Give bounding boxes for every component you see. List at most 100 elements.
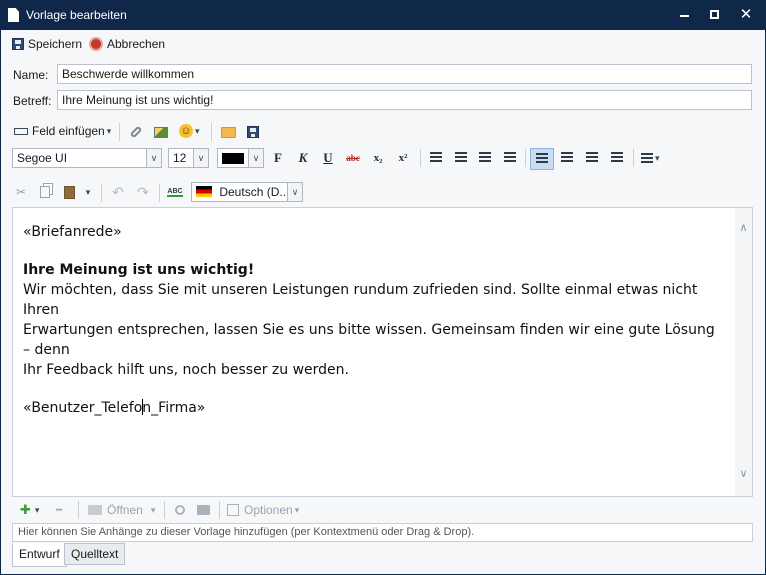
remove-attachment-button[interactable]: ━	[56, 502, 62, 518]
cancel-label: Abbrechen	[107, 37, 166, 51]
save-icon	[12, 38, 24, 50]
indent-button[interactable]	[500, 148, 520, 168]
toolbar-separator	[633, 149, 634, 167]
subject-field[interactable]	[57, 90, 752, 110]
message-editor[interactable]: «Briefanrede» Ihre Meinung ist uns wicht…	[12, 207, 753, 497]
numbered-list-icon	[455, 152, 467, 162]
align-right-icon	[586, 152, 598, 162]
italic-button[interactable]: K	[293, 148, 313, 168]
font-size-value: 12	[173, 151, 187, 165]
field-icon	[14, 127, 28, 135]
align-right-button[interactable]	[582, 148, 602, 168]
bullet-list-icon	[430, 152, 442, 162]
add-attachment-button[interactable]: ✚ ▾	[20, 502, 39, 518]
salutation-placeholder: «Briefanrede»	[23, 224, 122, 240]
chevron-down-icon: ∨	[248, 149, 263, 167]
cut-button[interactable]: ✂	[13, 183, 29, 201]
maximize-button[interactable]	[700, 0, 730, 30]
link-button[interactable]	[127, 123, 145, 141]
insert-field-label: Feld einfügen	[32, 124, 105, 138]
open-folder-button[interactable]	[219, 123, 237, 141]
vertical-scrollbar[interactable]: ∧ ∨	[735, 208, 752, 496]
body-heading: Ihre Meinung ist uns wichtig!	[23, 262, 255, 278]
attachments-list[interactable]: Hier können Sie Anhänge zu dieser Vorlag…	[12, 523, 753, 542]
font-family-select[interactable]: Segoe UI ∨	[12, 148, 162, 168]
undo-icon: ↶	[112, 183, 124, 200]
scroll-up-icon[interactable]: ∧	[735, 220, 752, 236]
paste-dropdown-button[interactable]: ▾	[83, 183, 93, 201]
toolbar-separator	[525, 149, 526, 167]
phone-placeholder: «Benutzer_Telefon_Firma»	[23, 398, 723, 418]
chevron-down-icon: ∨	[193, 149, 208, 167]
toolbar-separator	[78, 501, 79, 519]
font-size-select[interactable]: 12 ∨	[168, 148, 209, 168]
chevron-down-icon: ∨	[287, 183, 302, 201]
justify-button[interactable]	[607, 148, 627, 168]
bold-button[interactable]: F	[268, 148, 288, 168]
attachments-toolbar: ✚ ▾ ━ Öffnen ▾ Optionen ▾	[12, 497, 753, 523]
emoji-dropdown-icon: ▾	[195, 125, 200, 136]
align-center-button[interactable]	[557, 148, 577, 168]
dialog-body: Speichern Abbrechen Name: Betreff: Feld …	[1, 30, 765, 574]
align-center-icon	[561, 152, 573, 162]
line-spacing-button[interactable]: ▾	[641, 148, 660, 168]
strikethrough-button[interactable]: abc	[343, 148, 363, 168]
german-flag-icon	[196, 186, 212, 197]
title-bar: Vorlage bearbeiten ✕	[0, 0, 766, 30]
scroll-down-icon[interactable]: ∨	[735, 466, 752, 482]
name-field[interactable]	[57, 64, 752, 84]
cancel-button[interactable]: Abbrechen	[89, 35, 165, 53]
close-button[interactable]: ✕	[731, 0, 761, 30]
undo-button[interactable]: ↶	[109, 183, 127, 201]
body-line-2: Erwartungen entsprechen, lassen Sie es u…	[23, 322, 715, 358]
minimize-icon	[680, 15, 689, 17]
options-button[interactable]: Optionen ▾	[227, 502, 299, 518]
copy-button[interactable]	[37, 183, 53, 201]
tab-quelltext[interactable]: Quelltext	[64, 543, 126, 565]
indent-icon	[504, 152, 516, 162]
save-icon	[247, 126, 259, 138]
scissors-icon: ✂	[15, 185, 27, 199]
image-button[interactable]	[152, 123, 170, 141]
tab-entwurf[interactable]: Entwurf	[12, 543, 67, 567]
outdent-button[interactable]	[475, 148, 495, 168]
phone-placeholder-part-2: n_Firma»	[142, 400, 206, 416]
options-icon	[227, 504, 239, 516]
chevron-down-icon: ∨	[146, 149, 161, 167]
main-toolbar: Speichern Abbrechen	[1, 30, 765, 58]
image-icon	[154, 126, 168, 138]
subscript-button[interactable]: x₂	[368, 148, 388, 168]
spellcheck-icon: ABC	[167, 187, 183, 197]
save-template-button[interactable]	[244, 123, 262, 141]
save-button[interactable]: Speichern	[12, 35, 82, 53]
minimize-button[interactable]	[670, 0, 700, 30]
redo-button[interactable]: ↷	[134, 183, 152, 201]
spellcheck-button[interactable]: ABC	[165, 183, 185, 201]
font-color-select[interactable]: ∨	[217, 148, 264, 168]
emoji-button[interactable]: ☺ ▾	[179, 122, 200, 140]
align-left-button[interactable]	[530, 148, 554, 170]
link-icon	[129, 125, 143, 139]
font-family-value: Segoe UI	[17, 151, 68, 165]
window-title: Vorlage bearbeiten	[26, 8, 127, 22]
save-label: Speichern	[28, 37, 83, 51]
toolbar-separator	[119, 123, 120, 141]
insert-field-button[interactable]: Feld einfügen ▾	[14, 122, 111, 140]
paste-button[interactable]	[61, 183, 77, 201]
editor-content[interactable]: «Briefanrede» Ihre Meinung ist uns wicht…	[23, 222, 723, 418]
document-icon	[8, 8, 19, 22]
maximize-icon	[710, 10, 719, 19]
window: Vorlage bearbeiten ✕ Speichern Abbrechen…	[0, 0, 766, 575]
underline-button[interactable]: U	[318, 148, 338, 168]
folder-icon	[220, 126, 236, 138]
preview-button[interactable]	[172, 502, 188, 518]
bullet-list-button[interactable]	[426, 148, 446, 168]
print-button[interactable]	[195, 502, 211, 518]
language-select[interactable]: Deutsch (D... ∨	[191, 182, 303, 202]
open-attachment-button[interactable]: Öffnen ▾	[88, 502, 155, 518]
superscript-button[interactable]: x²	[393, 148, 413, 168]
numbered-list-button[interactable]	[451, 148, 471, 168]
toolbar-separator	[101, 184, 102, 202]
